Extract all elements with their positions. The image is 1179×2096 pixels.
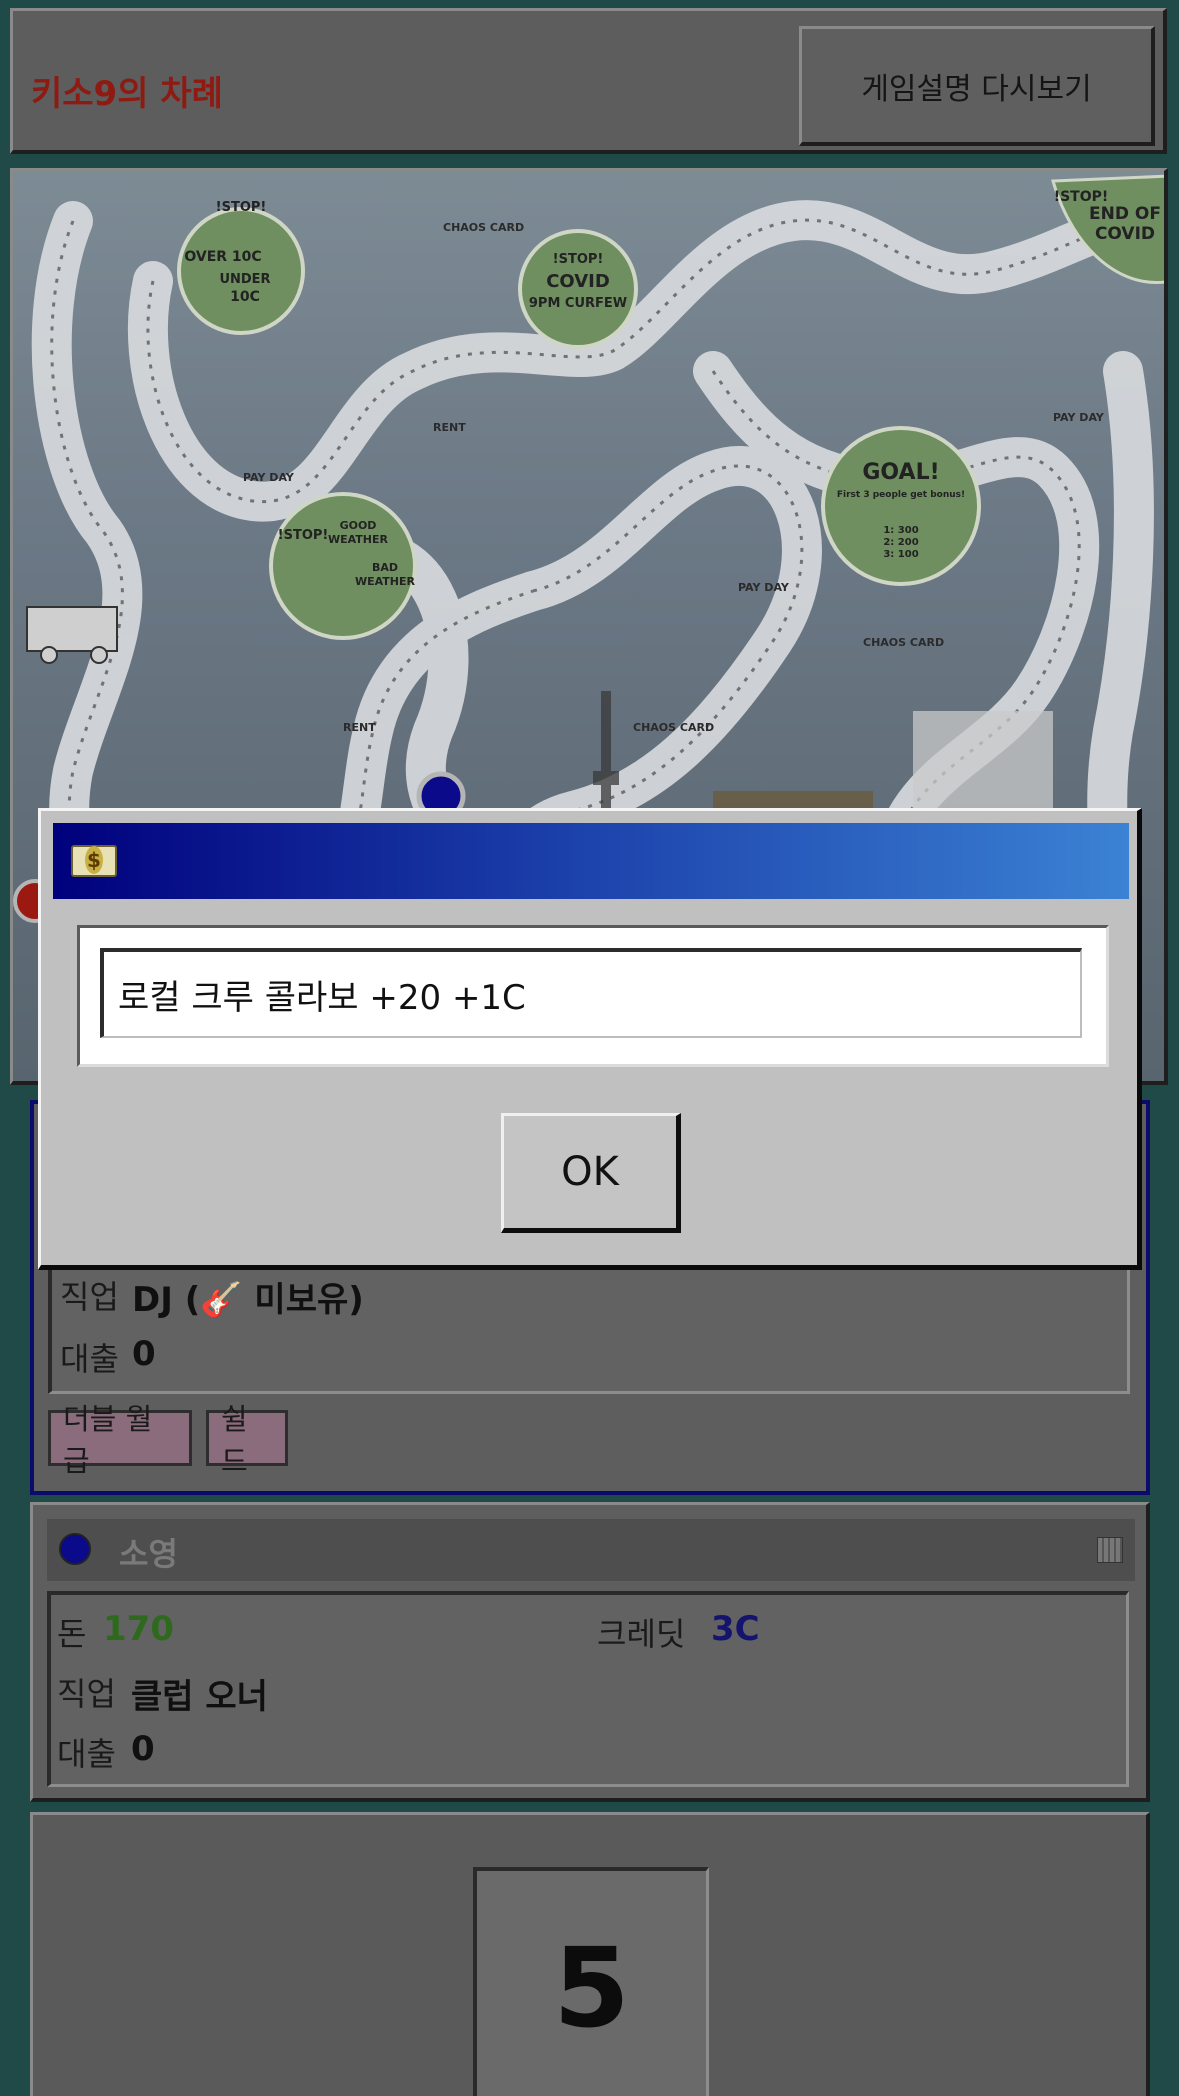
dice-panel: 5	[30, 1812, 1150, 2096]
svg-text:PAY DAY: PAY DAY	[243, 471, 295, 484]
svg-text:UNDER: UNDER	[219, 272, 270, 287]
svg-text:PAY DAY: PAY DAY	[1053, 411, 1105, 424]
event-message: 로컬 크루 콜라보 +20 +1C	[100, 948, 1082, 1038]
player-stats: 돈 170 크레딧 3C 직업 클럽 오너 대출 0	[47, 1591, 1129, 1787]
job-label: 직업	[60, 1278, 119, 1316]
dialog-titlebar: $	[53, 823, 1129, 899]
svg-text:GOAL!: GOAL!	[862, 460, 939, 485]
svg-text:END OF: END OF	[1089, 204, 1161, 224]
svg-text:!STOP!: !STOP!	[278, 528, 329, 543]
svg-text:CHAOS CARD: CHAOS CARD	[443, 221, 524, 234]
svg-text:RENT: RENT	[343, 721, 376, 734]
dice-result[interactable]: 5	[473, 1867, 709, 2096]
svg-text:!STOP!: !STOP!	[216, 200, 267, 215]
svg-text:WEATHER: WEATHER	[328, 533, 389, 546]
svg-text:2: 200: 2: 200	[883, 537, 918, 548]
truck-illustration	[26, 606, 118, 664]
current-player-stats: 직업 DJ (🎸 미보유) 대출 0	[48, 1254, 1130, 1394]
svg-text:PAY DAY: PAY DAY	[738, 581, 790, 594]
goal-circle: GOAL! First 3 people get bonus! 1: 300 2…	[821, 426, 981, 586]
job-value: DJ (🎸 미보유)	[132, 1280, 364, 1320]
message-frame: 로컬 크루 콜라보 +20 +1C	[77, 925, 1109, 1067]
player-color-dot	[59, 1533, 91, 1565]
svg-text:First 3 people get bonus!: First 3 people get bonus!	[837, 490, 965, 500]
ok-button[interactable]: OK	[501, 1113, 681, 1233]
svg-text:10C: 10C	[230, 289, 260, 305]
svg-text:9PM CURFEW: 9PM CURFEW	[529, 296, 627, 311]
player-panel-soyoung: 소영 돈 170 크레딧 3C 직업 클럽 오너 대출 0	[30, 1502, 1150, 1802]
svg-text:!STOP!: !STOP!	[553, 252, 604, 267]
event-dialog: $ 로컬 크루 콜라보 +20 +1C OK	[38, 808, 1142, 1270]
player-header: 소영	[47, 1519, 1135, 1581]
svg-text:1: 300: 1: 300	[883, 525, 918, 536]
stop-weather: !STOP! GOOD WEATHER BAD WEATHER	[269, 492, 417, 640]
svg-text:CHAOS CARD: CHAOS CARD	[633, 721, 714, 734]
loan-value: 0	[131, 1729, 155, 1769]
card-double-salary[interactable]: 더블 월급	[48, 1402, 192, 1478]
svg-text:CHAOS CARD: CHAOS CARD	[863, 636, 944, 649]
money-value: 170	[103, 1609, 174, 1649]
view-rules-button[interactable]: 게임설명 다시보기	[799, 26, 1155, 146]
svg-text:COVID: COVID	[546, 271, 610, 292]
card-shield[interactable]: 쉴드	[206, 1402, 288, 1478]
svg-text:!STOP!: !STOP!	[1054, 189, 1109, 205]
job-label: 직업	[57, 1675, 116, 1713]
stop-covid: !STOP! COVID 9PM CURFEW	[518, 229, 638, 349]
money-icon: $	[71, 845, 117, 877]
loan-label: 대출	[60, 1340, 119, 1378]
stop-over-10c: !STOP! OVER 10C UNDER 10C	[177, 200, 305, 335]
svg-text:OVER 10C: OVER 10C	[184, 249, 261, 265]
money-label: 돈	[57, 1615, 87, 1653]
loan-label: 대출	[57, 1735, 116, 1773]
loan-value: 0	[132, 1334, 156, 1374]
svg-text:WEATHER: WEATHER	[355, 575, 416, 588]
game-header: 키소9의 차례 게임설명 다시보기	[10, 8, 1167, 154]
turn-indicator: 키소9의 차례	[31, 74, 223, 114]
svg-text:3: 100: 3: 100	[883, 549, 918, 560]
svg-text:RENT: RENT	[433, 421, 466, 434]
svg-text:GOOD: GOOD	[340, 519, 377, 532]
svg-text:BAD: BAD	[372, 561, 398, 574]
player-name: 소영	[119, 1535, 178, 1573]
credit-label: 크레딧	[597, 1615, 686, 1653]
job-value: 클럽 오너	[131, 1677, 268, 1717]
credit-value: 3C	[711, 1609, 760, 1649]
svg-text:COVID: COVID	[1095, 224, 1155, 244]
calculator-icon[interactable]	[1097, 1537, 1123, 1563]
